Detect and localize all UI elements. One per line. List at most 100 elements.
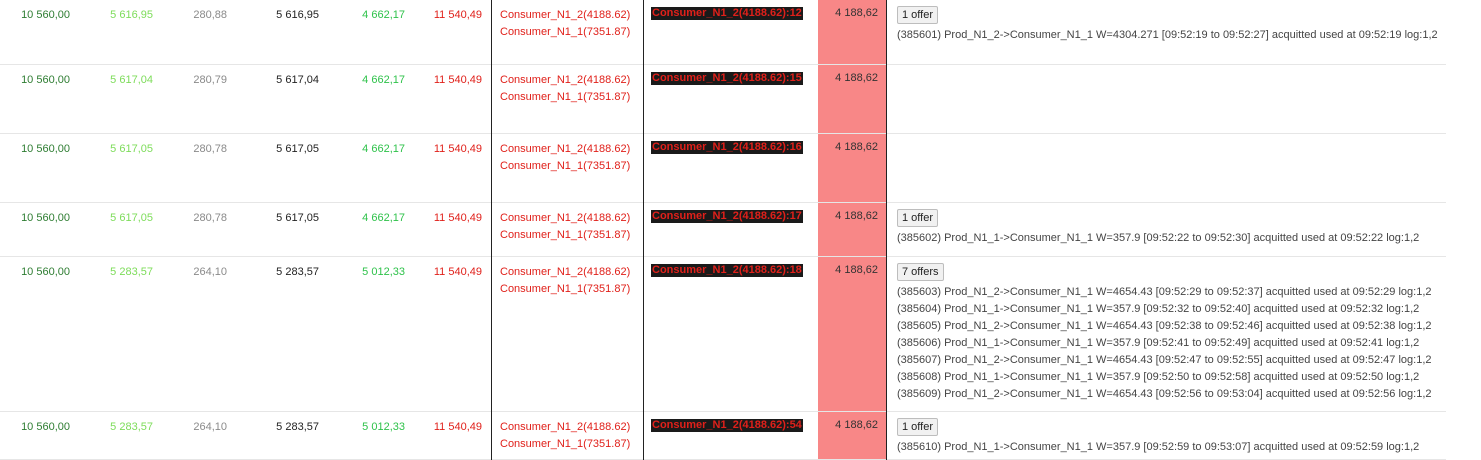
- offers-button[interactable]: 1 offer: [897, 209, 938, 227]
- value-produced: 5 012,33: [362, 266, 405, 278]
- offer-line: (385608) Prod_N1_1->Consumer_N1_1 W=357.…: [897, 371, 1420, 383]
- offer-line: (385607) Prod_N1_2->Consumer_N1_1 W=4654…: [897, 354, 1432, 366]
- consumer-item: Consumer_N1_1(7351.87): [500, 91, 631, 103]
- value-current: 5 617,04: [276, 74, 319, 86]
- column-divider: [886, 0, 887, 460]
- offer-line: (385605) Prod_N1_2->Consumer_N1_1 W=4654…: [897, 320, 1432, 332]
- value-available: 5 617,04: [110, 74, 153, 86]
- offers-button[interactable]: 1 offer: [897, 418, 938, 436]
- consumer-item: Consumer_N1_1(7351.87): [500, 26, 631, 38]
- consumer-list: Consumer_N1_2(4188.62) Consumer_N1_1(7351…: [500, 264, 630, 298]
- value-ratio: 280,78: [193, 212, 227, 224]
- consumer-item: Consumer_N1_2(4188.62): [500, 74, 631, 86]
- table-row: 10 560,00 5 616,95 280,88 5 616,95 4 662,17 1…: [0, 0, 1446, 65]
- active-consumer-badge: Consumer_N1_2(4188.62):15: [651, 72, 803, 85]
- offer-list: (385601) Prod_N1_2->Consumer_N1_1 W=4304…: [897, 27, 1438, 44]
- offers-button[interactable]: 7 offers: [897, 263, 944, 281]
- highlight-value: 4 188,62: [835, 419, 878, 431]
- highlight-value: 4 188,62: [835, 72, 878, 84]
- value-ratio: 264,10: [193, 421, 227, 433]
- value-ratio: 280,78: [193, 143, 227, 155]
- value-total: 10 560,00: [21, 9, 70, 21]
- offer-line: (385609) Prod_N1_2->Consumer_N1_1 W=4654…: [897, 388, 1432, 400]
- consumer-list: Consumer_N1_2(4188.62) Consumer_N1_1(7351…: [500, 72, 630, 106]
- highlight-value: 4 188,62: [835, 7, 878, 19]
- table-row: 10 560,00 5 283,57 264,10 5 283,57 5 012,33 1…: [0, 257, 1446, 412]
- value-total: 10 560,00: [21, 421, 70, 433]
- offer-list: (385602) Prod_N1_1->Consumer_N1_1 W=357.…: [897, 230, 1419, 247]
- column-divider: [491, 0, 492, 460]
- column-divider: [643, 0, 644, 460]
- value-limit: 11 540,49: [433, 9, 482, 21]
- consumer-item: Consumer_N1_1(7351.87): [500, 283, 631, 295]
- offer-line: (385602) Prod_N1_1->Consumer_N1_1 W=357.…: [897, 232, 1420, 244]
- value-available: 5 617,05: [110, 212, 153, 224]
- highlight-cell: 4 188,62: [818, 412, 886, 459]
- value-produced: 5 012,33: [362, 421, 405, 433]
- consumer-item: Consumer_N1_1(7351.87): [500, 438, 631, 450]
- consumer-list: Consumer_N1_2(4188.62) Consumer_N1_1(7351…: [500, 141, 630, 175]
- value-current: 5 617,05: [276, 143, 319, 155]
- highlight-cell: 4 188,62: [818, 257, 886, 411]
- value-ratio: 280,88: [193, 9, 227, 21]
- value-limit: 11 540,49: [433, 212, 482, 224]
- offer-line: (385603) Prod_N1_2->Consumer_N1_1 W=4654…: [897, 286, 1432, 298]
- value-limit: 11 540,49: [433, 74, 482, 86]
- value-limit: 11 540,49: [433, 421, 482, 433]
- consumer-item: Consumer_N1_2(4188.62): [500, 9, 631, 21]
- offer-line: (385601) Prod_N1_2->Consumer_N1_1 W=4304…: [897, 29, 1438, 41]
- consumer-item: Consumer_N1_2(4188.62): [500, 143, 631, 155]
- offers-cell: 1 offer (385610) Prod_N1_1->Consumer_N1_1…: [897, 418, 1419, 456]
- value-total: 10 560,00: [21, 266, 70, 278]
- offer-list: (385603) Prod_N1_2->Consumer_N1_1 W=4654…: [897, 284, 1432, 403]
- active-consumer-badge: Consumer_N1_2(4188.62):17: [651, 210, 803, 223]
- highlight-cell: 4 188,62: [818, 203, 886, 256]
- value-current: 5 283,57: [276, 266, 319, 278]
- table-row: 10 560,00 5 283,57 264,10 5 283,57 5 012,33 1…: [0, 412, 1446, 460]
- value-current: 5 616,95: [276, 9, 319, 21]
- value-ratio: 264,10: [193, 266, 227, 278]
- value-current: 5 283,57: [276, 421, 319, 433]
- active-consumer-badge: Consumer_N1_2(4188.62):12: [651, 7, 803, 20]
- value-produced: 4 662,17: [362, 212, 405, 224]
- table-row: 10 560,00 5 617,04 280,79 5 617,04 4 662,17 1…: [0, 65, 1446, 134]
- value-produced: 4 662,17: [362, 143, 405, 155]
- value-total: 10 560,00: [21, 74, 70, 86]
- highlight-cell: 4 188,62: [818, 134, 886, 202]
- offer-list: (385610) Prod_N1_1->Consumer_N1_1 W=357.…: [897, 439, 1419, 456]
- consumer-item: Consumer_N1_2(4188.62): [500, 421, 631, 433]
- value-available: 5 283,57: [110, 421, 153, 433]
- active-consumer-badge: Consumer_N1_2(4188.62):16: [651, 141, 803, 154]
- consumer-list: Consumer_N1_2(4188.62) Consumer_N1_1(7351…: [500, 7, 630, 41]
- value-total: 10 560,00: [21, 212, 70, 224]
- offer-line: (385606) Prod_N1_1->Consumer_N1_1 W=357.…: [897, 337, 1420, 349]
- table-row: 10 560,00 5 617,05 280,78 5 617,05 4 662,17 1…: [0, 203, 1446, 257]
- offers-cell: 1 offer (385602) Prod_N1_1->Consumer_N1_1…: [897, 209, 1419, 247]
- value-limit: 11 540,49: [433, 143, 482, 155]
- highlight-cell: 4 188,62: [818, 0, 886, 64]
- value-produced: 4 662,17: [362, 9, 405, 21]
- offers-cell: 7 offers (385603) Prod_N1_2->Consumer_N1_…: [897, 263, 1432, 403]
- value-available: 5 283,57: [110, 266, 153, 278]
- consumer-item: Consumer_N1_1(7351.87): [500, 160, 631, 172]
- value-limit: 11 540,49: [433, 266, 482, 278]
- consumer-item: Consumer_N1_2(4188.62): [500, 212, 631, 224]
- highlight-value: 4 188,62: [835, 210, 878, 222]
- value-available: 5 616,95: [110, 9, 153, 21]
- value-current: 5 617,05: [276, 212, 319, 224]
- consumer-list: Consumer_N1_2(4188.62) Consumer_N1_1(7351…: [500, 210, 630, 244]
- consumer-item: Consumer_N1_1(7351.87): [500, 229, 631, 241]
- offers-cell: 1 offer (385601) Prod_N1_2->Consumer_N1_1…: [897, 6, 1438, 44]
- value-produced: 4 662,17: [362, 74, 405, 86]
- highlight-value: 4 188,62: [835, 141, 878, 153]
- active-consumer-badge: Consumer_N1_2(4188.62):54: [651, 419, 803, 432]
- offers-button[interactable]: 1 offer: [897, 6, 938, 24]
- offer-line: (385604) Prod_N1_1->Consumer_N1_1 W=357.…: [897, 303, 1420, 315]
- consumer-item: Consumer_N1_2(4188.62): [500, 266, 631, 278]
- active-consumer-badge: Consumer_N1_2(4188.62):18: [651, 264, 803, 277]
- offer-line: (385610) Prod_N1_1->Consumer_N1_1 W=357.…: [897, 441, 1420, 453]
- value-ratio: 280,79: [193, 74, 227, 86]
- value-total: 10 560,00: [21, 143, 70, 155]
- highlight-value: 4 188,62: [835, 264, 878, 276]
- consumer-list: Consumer_N1_2(4188.62) Consumer_N1_1(7351…: [500, 419, 630, 453]
